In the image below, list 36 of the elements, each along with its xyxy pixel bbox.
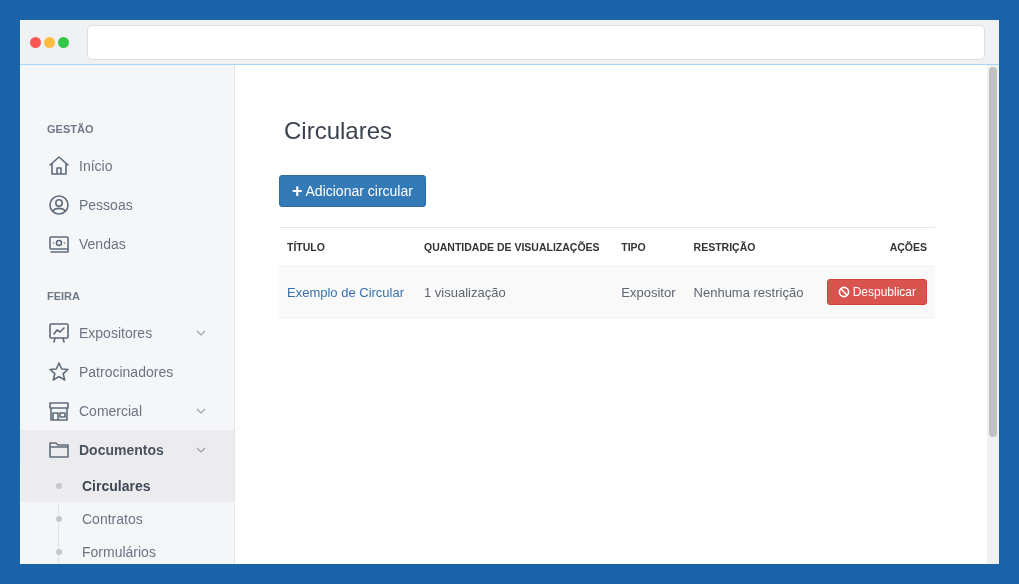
table-cell: Expositor	[613, 266, 686, 318]
submenu-item[interactable]: Circulares	[21, 469, 234, 502]
presentation-board-icon	[47, 320, 71, 345]
address-bar[interactable]	[87, 24, 985, 60]
sidebar-item[interactable]: Documentos	[20, 430, 234, 469]
sidebar-item[interactable]: Pessoas	[20, 185, 234, 224]
section-heading: FEIRA	[46, 290, 81, 302]
chevron-down-icon	[196, 407, 206, 414]
table-cell: 1 visualização	[416, 266, 614, 318]
section-heading: GESTÃO	[46, 123, 95, 135]
minimize-window-dot[interactable]	[44, 36, 55, 48]
sidebar-item[interactable]: Vendas	[20, 224, 234, 263]
star-icon	[47, 359, 71, 384]
maximize-window-dot[interactable]	[58, 36, 69, 48]
user-icon	[47, 192, 71, 217]
close-window-dot[interactable]	[30, 36, 41, 48]
add-circular-button[interactable]: + Adicionar circular	[279, 175, 426, 207]
submenu-item[interactable]: Contratos	[21, 502, 234, 535]
sidebar-item[interactable]: Comercial	[20, 391, 234, 430]
submenu-item[interactable]: Formulários	[21, 535, 234, 564]
prohibited-icon	[837, 286, 850, 298]
bullet-icon	[56, 482, 62, 489]
sidebar-item[interactable]: Expositores	[20, 313, 234, 352]
sidebar-item[interactable]: Patrocinadores	[20, 352, 234, 391]
table-cell: Nenhuma restrição	[685, 266, 816, 318]
scrollbar[interactable]	[987, 65, 999, 564]
chevron-down-icon	[196, 446, 206, 453]
unpublish-button[interactable]: Despublicar	[826, 279, 927, 305]
bullet-icon	[56, 548, 62, 555]
scrollbar-thumb[interactable]	[989, 67, 997, 437]
bullet-icon	[56, 515, 62, 522]
sidebar-item[interactable]: Início	[20, 146, 234, 185]
plus-icon: +	[292, 183, 303, 199]
house-icon	[47, 153, 71, 178]
page-title: Circulares	[284, 117, 393, 145]
chevron-down-icon	[196, 329, 206, 336]
